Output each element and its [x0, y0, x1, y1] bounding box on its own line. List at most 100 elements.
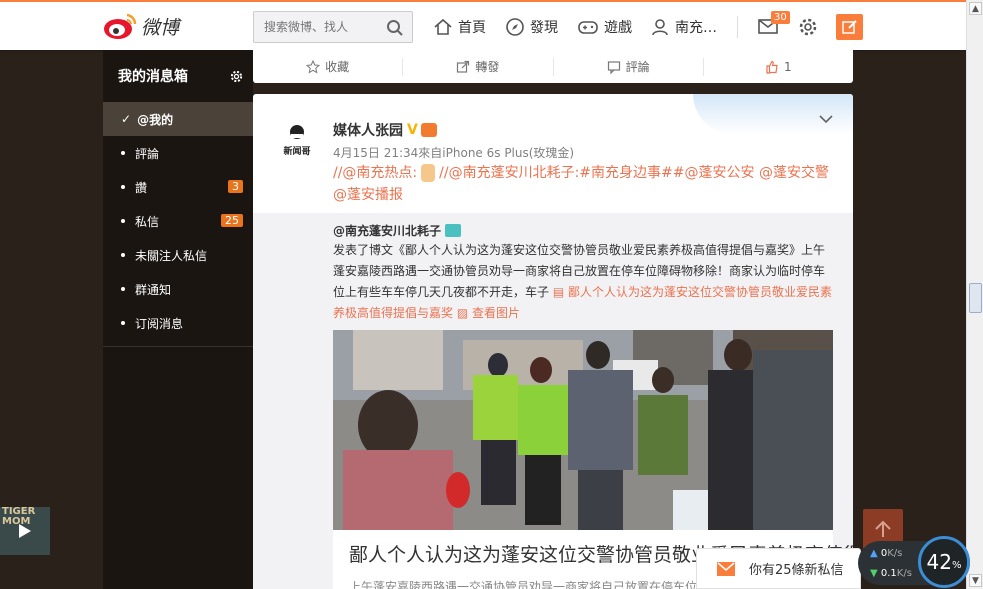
verified-icon: V	[407, 122, 418, 138]
post-photo[interactable]	[333, 330, 833, 530]
retweet-text: 发表了博文《鄙人个人认为这为蓬安这位交警协管员敬业爱民素养极高值得提倡与嘉奖》上…	[333, 240, 833, 324]
image-icon: ▨	[456, 306, 472, 320]
nav-games-label: 遊戲	[604, 20, 632, 36]
message-sidebar: 我的消息箱 ✓ @我的 評論 讚 3 私信 25 未關注人私信 群通知 订阅消息	[103, 50, 253, 589]
weibo-logo[interactable]: 微博	[103, 10, 179, 42]
sidebar-item-group-notifications[interactable]: 群通知	[103, 272, 253, 306]
upload-speed: ▲ 0K/s	[870, 548, 902, 559]
sidebar-title: 我的消息箱	[118, 69, 188, 85]
comment-label: 評論	[625, 60, 650, 74]
pencil-icon	[841, 20, 857, 34]
bullet-icon	[121, 253, 125, 257]
sidebar-item-subscriptions[interactable]: 订阅消息	[103, 306, 253, 340]
messages-count-badge: 30	[771, 11, 790, 24]
view-images-link[interactable]: 查看图片	[472, 306, 520, 320]
usage-percent-unit: %	[951, 559, 962, 571]
home-icon	[434, 18, 452, 35]
envelope-icon	[717, 561, 735, 576]
nav-games[interactable]: 遊戲	[577, 14, 632, 40]
page-scrollbar[interactable]: ▲ ▼	[966, 0, 983, 589]
post-text-part-a[interactable]: //@南充热点:	[333, 165, 417, 181]
nav-discover-label: 發現	[530, 20, 558, 36]
scroll-up-arrow-icon[interactable]: ▲	[969, 2, 982, 15]
sidebar-item-label: 群通知	[135, 282, 172, 297]
nav-profile-label: 南充…	[675, 20, 717, 36]
search-box[interactable]	[253, 11, 413, 43]
like-button[interactable]: 1	[704, 58, 853, 76]
previous-post-actions: 收藏 轉發 評論 1	[253, 50, 853, 83]
upload-unit: K/s	[887, 548, 903, 559]
article-link-icon: ▤	[552, 285, 568, 299]
network-speed-widget[interactable]: ▲ 0K/s ▼ 0.1K/s 42%	[858, 536, 970, 588]
settings-icon[interactable]	[230, 70, 243, 83]
likes-count-badge: 3	[228, 180, 243, 193]
retweet-box: @南充蓬安川北耗子 发表了博文《鄙人个人认为这为蓬安这位交警协管员敬业爱民素养极…	[253, 213, 853, 589]
play-icon[interactable]	[19, 524, 31, 538]
star-icon	[306, 59, 321, 74]
post-author[interactable]: 媒体人张园 V	[333, 120, 437, 140]
bullet-icon	[121, 185, 125, 189]
download-arrow-icon: ▼	[870, 568, 881, 579]
sidebar-item-comments[interactable]: 評論	[103, 136, 253, 170]
repost-label: 轉發	[475, 60, 500, 74]
comment-button[interactable]: 評論	[554, 57, 704, 76]
avatar-caption: 新闻哥	[283, 145, 310, 157]
repost-icon	[457, 60, 470, 73]
sidebar-item-stranger-messages[interactable]: 未關注人私信	[103, 238, 253, 272]
download-unit: K/s	[896, 568, 912, 579]
private-messages-count-badge: 25	[221, 214, 243, 227]
bullet-icon	[121, 321, 125, 325]
sidebar-item-label: @我的	[137, 112, 174, 127]
search-icon[interactable]	[386, 19, 404, 37]
scroll-thumb[interactable]	[969, 283, 982, 313]
new-message-notification[interactable]: 你有25條新私信	[696, 548, 861, 589]
usage-percent: 42	[926, 550, 952, 574]
post-text: //@南充热点://@南充蓬安川北耗子:#南充身边事##@蓬安公安 @蓬安交警 …	[333, 162, 833, 206]
nav-profile[interactable]: 南充…	[650, 14, 717, 40]
gear-icon[interactable]	[798, 17, 818, 37]
sidebar-item-label: 未關注人私信	[135, 248, 208, 263]
thumbs-up-emoji-icon	[421, 164, 436, 182]
logo-text: 微博	[141, 16, 180, 39]
download-speed: ▼ 0.1K/s	[870, 568, 912, 579]
favorite-button[interactable]: 收藏	[253, 57, 404, 76]
post-author-name: 媒体人张园	[333, 123, 403, 139]
nav-discover[interactable]: 發現	[505, 14, 558, 40]
chevron-down-icon[interactable]	[819, 114, 833, 124]
gamepad-icon	[578, 21, 598, 34]
nav-divider	[737, 16, 738, 38]
usage-gauge: 42%	[918, 536, 970, 588]
avatar[interactable]: 新闻哥	[277, 120, 317, 160]
sidebar-item-label: 私信	[135, 214, 160, 229]
bullet-icon	[121, 151, 125, 155]
retweet-author[interactable]: @南充蓬安川北耗子	[333, 222, 462, 239]
camera-icon	[445, 224, 462, 237]
post-meta: 4月15日 21:34來自iPhone 6s Plus(玫瑰金)	[333, 146, 575, 160]
search-input[interactable]	[254, 12, 374, 42]
scroll-down-arrow-icon[interactable]: ▼	[969, 574, 982, 587]
thumbs-up-icon	[766, 60, 778, 74]
sidebar-item-private-messages[interactable]: 私信 25	[103, 204, 253, 238]
compose-button[interactable]	[836, 14, 863, 40]
repost-button[interactable]: 轉發	[403, 57, 554, 76]
compass-icon	[506, 18, 524, 36]
sidebar-item-mentions[interactable]: ✓ @我的	[103, 102, 253, 136]
sidebar-item-likes[interactable]: 讚 3	[103, 170, 253, 204]
checkmark-icon: ✓	[121, 112, 132, 126]
sidebar-item-label: 評論	[135, 146, 160, 161]
nav-home[interactable]: 首頁	[433, 14, 486, 40]
sidebar-divider	[103, 346, 253, 347]
weibo-eye-icon	[104, 13, 137, 39]
sidebar-item-label: 讚	[135, 180, 148, 195]
floating-video-thumbnail[interactable]: TIGER MOM	[0, 507, 50, 555]
bullet-icon	[121, 219, 125, 223]
upload-arrow-icon: ▲	[870, 548, 881, 559]
sidebar-item-label: 订阅消息	[135, 316, 184, 331]
top-navigation-bar: 微博 首頁 發現 遊戲 南充… 30	[0, 0, 966, 50]
arrow-up-icon	[875, 520, 891, 537]
download-value: 0.1	[880, 568, 897, 579]
like-count: 1	[784, 59, 792, 74]
sidebar-header: 我的消息箱	[103, 50, 253, 102]
user-icon	[652, 19, 668, 36]
comment-icon	[607, 60, 620, 74]
